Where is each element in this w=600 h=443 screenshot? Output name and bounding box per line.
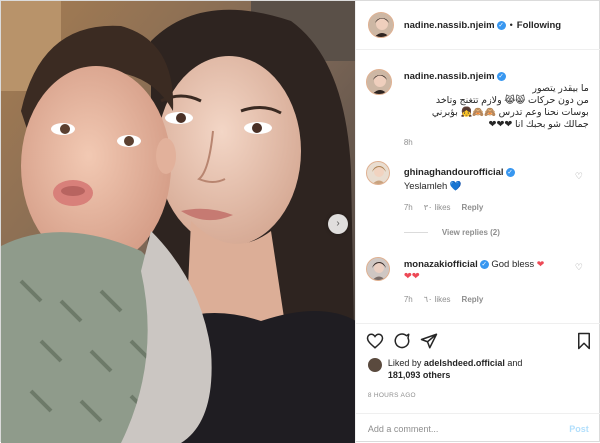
reply-button[interactable]: Reply bbox=[462, 203, 484, 212]
post-button[interactable]: Post bbox=[569, 424, 589, 434]
avatar[interactable] bbox=[365, 161, 390, 185]
view-replies-label[interactable]: View replies (2) bbox=[442, 228, 500, 237]
instagram-post: › nadine.nassib.njeim ✓ • Following nadi… bbox=[0, 0, 600, 443]
avatar-image bbox=[368, 13, 393, 37]
comment-text: God bless bbox=[491, 259, 535, 270]
caption-line: بوسات نحنا وعم تدرس 🙈🙈👧 بؤبرني bbox=[431, 107, 589, 118]
avatar-image bbox=[366, 70, 391, 94]
comment-likes[interactable]: ٣٠ likes bbox=[424, 203, 451, 212]
comment-username[interactable]: ghinaghandourofficial bbox=[404, 167, 504, 178]
chevron-right-icon: › bbox=[336, 218, 340, 229]
comment-meta: 7h ٣٠ likes Reply bbox=[404, 203, 484, 212]
view-replies-button[interactable]: View replies (2) bbox=[403, 228, 500, 237]
comment-header: ghinaghandourofficial ✓ bbox=[404, 167, 515, 178]
post-photo[interactable]: › bbox=[1, 1, 355, 443]
comment-time[interactable]: 7h bbox=[404, 295, 413, 304]
next-photo-button[interactable]: › bbox=[328, 214, 348, 234]
avatar-image bbox=[366, 162, 389, 184]
avatar[interactable] bbox=[367, 12, 394, 38]
liker-username[interactable]: adelshdeed.official bbox=[424, 358, 505, 368]
comment-likes[interactable]: ٦٠ likes bbox=[424, 295, 451, 304]
heart-outline-icon[interactable] bbox=[366, 332, 384, 350]
divider bbox=[355, 323, 600, 324]
comment-text: Yeslamleh 💙 bbox=[403, 181, 462, 192]
username-link[interactable]: nadine.nassib.njeim bbox=[404, 20, 495, 31]
following-button[interactable]: Following bbox=[517, 20, 561, 31]
liked-by-prefix: Liked by bbox=[387, 358, 422, 368]
caption-text: ما بيقدر يتصور من دون حركات 😸😹 ولازم تتغ… bbox=[404, 83, 589, 131]
add-comment-bar: Add a comment... Post bbox=[355, 413, 600, 443]
comment-input[interactable]: Add a comment... bbox=[368, 424, 569, 434]
comment-meta: 7h ٦٠ likes Reply bbox=[404, 295, 484, 304]
share-icon[interactable] bbox=[420, 332, 438, 350]
caption-timestamp[interactable]: 8h bbox=[404, 138, 413, 147]
caption-line: جمالك شو بحبك انا ❤❤❤ bbox=[488, 119, 589, 130]
likes-count[interactable]: 181,093 others bbox=[388, 370, 451, 380]
likes-conj: and bbox=[507, 358, 523, 368]
liker-avatar[interactable] bbox=[367, 358, 382, 372]
caption-username-text[interactable]: nadine.nassib.njeim bbox=[404, 71, 495, 82]
comment-username[interactable]: monazakiofficial bbox=[404, 259, 478, 270]
selfie-image bbox=[1, 1, 355, 443]
comment-header: monazakiofficial ✓ God bless ❤ bbox=[404, 259, 545, 270]
verified-icon: ✓ bbox=[505, 167, 515, 177]
post-timestamp[interactable]: 8 HOURS AGO bbox=[368, 392, 416, 399]
liked-by: Liked by adelshdeed.official and 181,093… bbox=[367, 357, 593, 381]
reply-button[interactable]: Reply bbox=[462, 295, 484, 304]
separator-dot: • bbox=[509, 20, 513, 30]
action-bar bbox=[366, 332, 594, 350]
comment-icon[interactable] bbox=[393, 332, 411, 350]
post-details-panel: nadine.nassib.njeim ✓ • Following nadine… bbox=[354, 1, 600, 443]
likes-text: Liked by adelshdeed.official and 181,093… bbox=[388, 357, 523, 381]
verified-icon: ✓ bbox=[479, 259, 489, 269]
post-header: nadine.nassib.njeim ✓ • Following bbox=[355, 1, 600, 50]
avatar[interactable] bbox=[365, 257, 390, 281]
heart-outline-icon[interactable]: ♡ bbox=[575, 171, 583, 182]
heart-emoji: ❤ bbox=[536, 259, 545, 269]
verified-icon: ✓ bbox=[496, 20, 506, 30]
heart-outline-icon[interactable]: ♡ bbox=[575, 262, 583, 273]
avatar[interactable] bbox=[365, 69, 392, 95]
comment-time[interactable]: 7h bbox=[404, 203, 413, 212]
bookmark-icon[interactable] bbox=[576, 332, 592, 350]
comment-avatar[interactable] bbox=[365, 257, 390, 281]
avatar-image bbox=[366, 258, 389, 280]
caption-username[interactable]: nadine.nassib.njeim ✓ bbox=[404, 71, 506, 82]
divider-line bbox=[403, 232, 428, 233]
comment-hearts: ❤❤ bbox=[403, 271, 420, 282]
verified-icon: ✓ bbox=[496, 71, 506, 81]
caption-avatar[interactable] bbox=[365, 69, 392, 95]
comment-avatar[interactable] bbox=[365, 161, 390, 185]
caption-line: ما بيقدر يتصور bbox=[532, 83, 589, 94]
caption-line: من دون حركات 😸😹 ولازم تتغنج وتاخد bbox=[435, 95, 589, 106]
